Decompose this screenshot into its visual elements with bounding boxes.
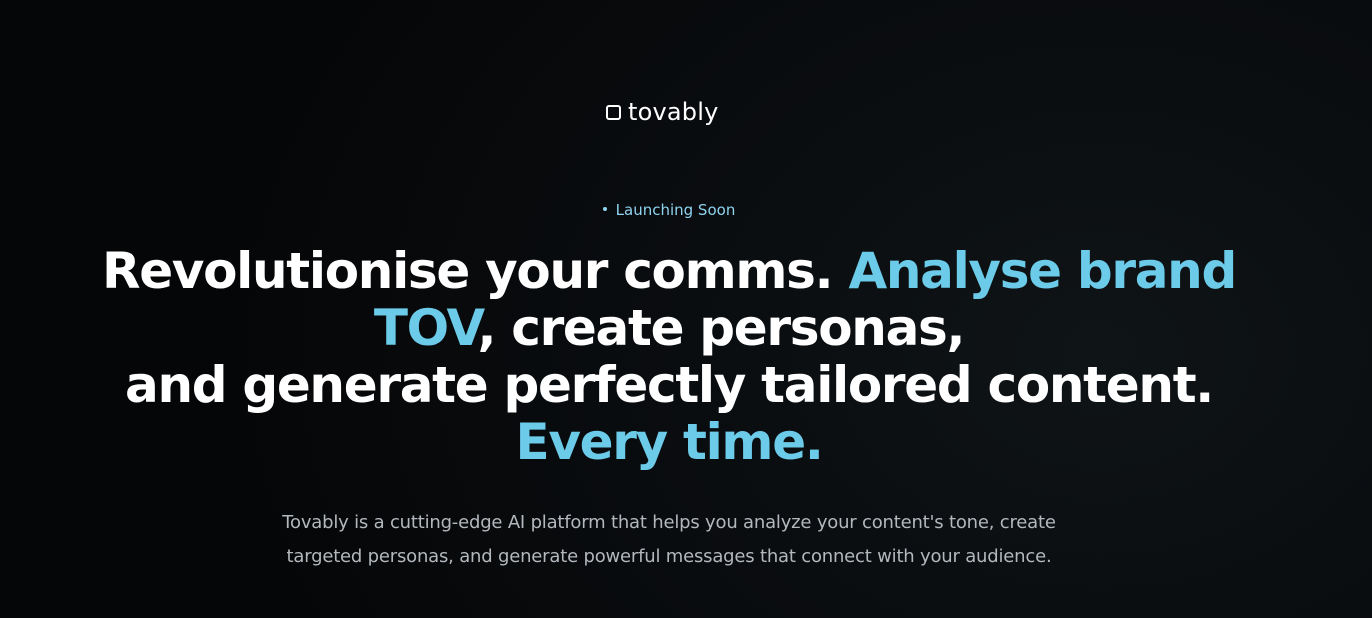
hero-description: Tovably is a cutting-edge AI platform th… [282,512,1056,567]
brand-name: tovably [628,98,719,126]
headline-line2-accent: TOV [373,299,479,357]
headline-line4-accent: Every time. [515,413,823,471]
dot-icon [602,206,607,211]
headline-line1-white: Revolutionise your comms. [102,242,849,300]
headline-line2-white: , create personas, [477,299,965,357]
logo-square-icon [606,104,621,120]
headline-line3-white: and generate perfectly tailored content. [125,356,1214,414]
hero-headline: Revolutionise your comms. Analyse brand … [0,243,1338,471]
launching-soon-badge: Launching Soon [0,201,1338,219]
headline-line1-accent: Analyse brand [848,242,1237,300]
badge-label: Launching Soon [615,201,736,219]
brand-logo[interactable]: tovably [606,100,719,124]
